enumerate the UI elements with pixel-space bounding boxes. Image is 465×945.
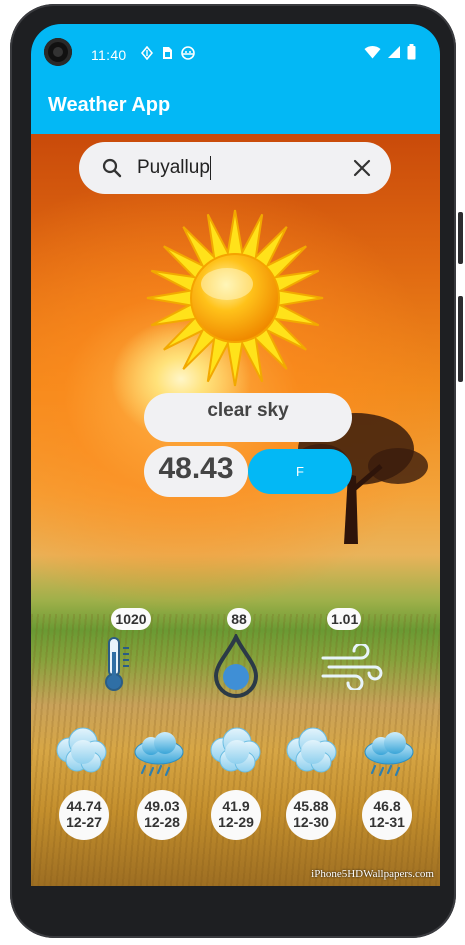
forecast-day2: 49.03 12-28 (137, 790, 187, 840)
text-cursor (210, 156, 211, 180)
wind-icon (321, 644, 383, 690)
unit-toggle-button[interactable]: F (248, 449, 352, 494)
volume-button (458, 296, 463, 382)
wind-value: 1.01 (327, 608, 361, 630)
forecast-day1-temp: 44.74 (66, 798, 102, 814)
weather-description: clear sky (207, 400, 289, 421)
forecast-day5-rain-cloud-icon (363, 730, 415, 777)
forecast-day2-rain-cloud-icon (133, 730, 185, 777)
battery-icon (407, 44, 416, 60)
forecast-day3: 41.9 12-29 (211, 790, 261, 840)
forecast-day4-date: 12-30 (293, 814, 329, 830)
forecast-day5-temp: 46.8 (373, 798, 401, 814)
status-bar: 11:40 (31, 24, 440, 86)
search-icon (102, 158, 122, 178)
android-icon (181, 46, 195, 60)
forecast-day1: 44.74 12-27 (59, 790, 109, 840)
forecast-day3-cloudy-icon (210, 727, 261, 773)
search-input[interactable] (137, 156, 337, 180)
status-notification-icons (141, 46, 195, 60)
humidity-drop-icon (213, 634, 259, 698)
wifi-icon (364, 45, 381, 59)
forecast-day5-date: 12-31 (369, 814, 405, 830)
weather-content: clear sky 48.43 F 1020 88 1.01 (31, 134, 440, 886)
app-bar: Weather App (31, 86, 440, 134)
app-title: Weather App (48, 94, 171, 116)
humidity-value: 88 (227, 608, 251, 630)
pressure-value: 1020 (111, 608, 151, 630)
sim-card-icon (163, 47, 172, 59)
status-time: 11:40 (91, 47, 127, 63)
forecast-day4-cloudy-icon (286, 727, 337, 773)
signal-icon (388, 46, 400, 58)
forecast-day3-temp: 41.9 (222, 798, 250, 814)
nav-arrow-icon (141, 46, 153, 60)
forecast-day2-date: 12-28 (144, 814, 180, 830)
sun-icon (146, 209, 324, 387)
wallpaper-watermark: iPhone5HDWallpapers.com (311, 868, 434, 880)
close-icon[interactable] (351, 157, 373, 179)
forecast-day3-date: 12-29 (218, 814, 254, 830)
thermometer-icon (105, 637, 129, 691)
forecast-day1-date: 12-27 (66, 814, 102, 830)
weather-description-pill: clear sky (144, 393, 352, 442)
search-bar[interactable] (79, 142, 391, 194)
front-camera (44, 38, 72, 66)
temperature-value: 48.43 (158, 452, 234, 485)
screen: 11:40 Weather App Puyallup clear sky 48.… (31, 24, 440, 886)
forecast-day4-temp: 45.88 (293, 798, 329, 814)
power-button (458, 212, 463, 264)
status-system-icons (364, 44, 416, 60)
forecast-day4: 45.88 12-30 (286, 790, 336, 840)
forecast-day2-temp: 49.03 (144, 798, 180, 814)
forecast-day1-cloudy-icon (56, 727, 107, 773)
forecast-day5: 46.8 12-31 (362, 790, 412, 840)
temperature-pill: 48.43 (144, 446, 248, 497)
